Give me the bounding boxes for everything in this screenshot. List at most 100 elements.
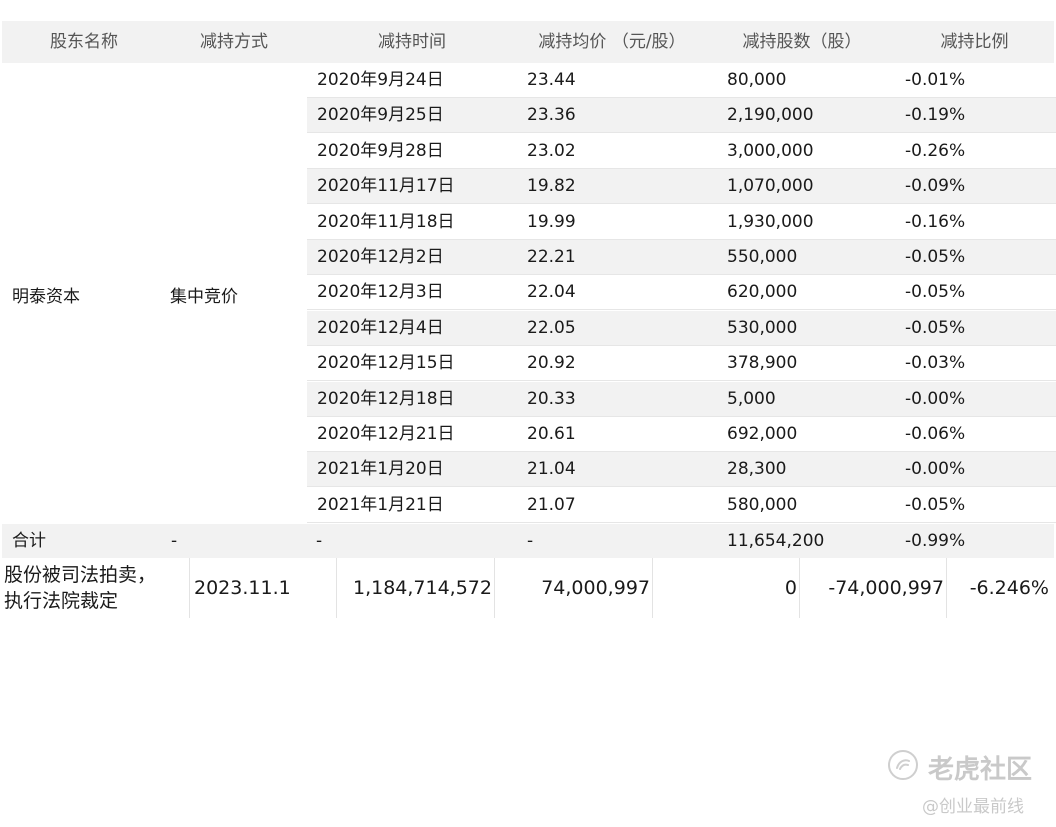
table-row: 2020年12月4日 22.05 530,000 -0.05% [307, 310, 1056, 346]
row-price: 21.07 [527, 494, 576, 515]
table-row: 2020年11月18日 19.99 1,930,000 -0.16% [307, 205, 1056, 240]
header-shareholder: 股东名称 [50, 32, 118, 52]
table-header: 股东名称 减持方式 减持时间 减持均价 （元/股） 减持股数（股） 减持比例 [2, 21, 1054, 63]
table-row: 2020年11月17日 19.82 1,070,000 -0.09% [307, 169, 1056, 205]
table-row: 2020年9月25日 23.36 2,190,000 -0.19% [307, 98, 1056, 134]
row-price: 19.82 [527, 176, 576, 197]
table-row: 2020年9月28日 23.02 3,000,000 -0.26% [307, 134, 1056, 169]
row-ratio: -0.19% [905, 105, 966, 126]
row-ratio: -0.09% [905, 176, 966, 197]
row-price: 23.44 [527, 70, 576, 90]
row-ratio: -0.03% [905, 353, 966, 374]
row-price: 20.61 [527, 424, 576, 444]
row-price: 22.21 [527, 247, 576, 267]
row-shares: 530,000 [727, 317, 798, 338]
row-price: 23.36 [527, 105, 576, 126]
row-price: 23.02 [527, 140, 576, 161]
reduction-method: 集中竞价 [170, 287, 238, 307]
row-shares: 378,900 [727, 353, 798, 374]
judicial-col6: -74,000,997 [828, 577, 944, 599]
total-price: - [527, 531, 534, 551]
judicial-col7: -6.246% [969, 577, 1049, 599]
row-shares: 28,300 [727, 459, 787, 480]
row-divider [307, 521, 1056, 523]
row-shares: 2,190,000 [727, 105, 814, 126]
row-price: 20.92 [527, 353, 576, 374]
table-row: 2020年12月18日 20.33 5,000 -0.00% [307, 381, 1056, 417]
row-ratio: -0.00% [905, 388, 966, 409]
watermark-brand: 老虎社区 [928, 755, 1033, 785]
row-ratio: -0.06% [905, 424, 966, 444]
row-date: 2020年9月25日 [317, 105, 444, 126]
row-date: 2021年1月21日 [317, 494, 444, 515]
column-divider [494, 558, 495, 618]
table-row: 2021年1月20日 21.04 28,300 -0.00% [307, 452, 1056, 488]
row-price: 22.04 [527, 282, 576, 303]
total-date: - [316, 531, 323, 551]
judicial-col3: 1,184,714,572 [352, 577, 492, 599]
tiger-logo-icon [888, 750, 918, 780]
row-date: 2020年9月24日 [317, 70, 444, 90]
total-ratio: -0.99% [905, 531, 966, 551]
header-avg-price: 减持均价 （元/股） [538, 32, 686, 52]
total-label: 合计 [12, 531, 46, 551]
row-date: 2020年12月15日 [317, 353, 455, 374]
table-row: 2020年12月2日 22.21 550,000 -0.05% [307, 240, 1056, 275]
table-row: 2020年9月24日 23.44 80,000 -0.01% [307, 63, 1056, 98]
row-date: 2020年12月3日 [317, 282, 444, 303]
watermark-handle: @创业最前线 [922, 797, 1024, 817]
row-date: 2020年11月18日 [317, 211, 455, 232]
judicial-reason-line2: 执行法院裁定 [4, 590, 119, 612]
table-row: 2020年12月3日 22.04 620,000 -0.05% [307, 275, 1056, 311]
row-shares: 580,000 [727, 494, 798, 515]
judicial-date: 2023.11.1 [194, 577, 291, 599]
row-shares: 550,000 [727, 247, 798, 267]
total-method: - [171, 531, 178, 551]
header-ratio: 减持比例 [940, 32, 1009, 52]
table-row: 2020年12月21日 20.61 692,000 -0.06% [307, 417, 1056, 452]
judicial-reason: 股份被司法拍卖， 执行法院裁定 [4, 558, 189, 618]
row-ratio: -0.16% [905, 211, 966, 232]
row-ratio: -0.05% [905, 317, 966, 338]
row-date: 2020年12月4日 [317, 317, 444, 338]
table-row: 2020年12月15日 20.92 378,900 -0.03% [307, 346, 1056, 382]
row-price: 22.05 [527, 317, 576, 338]
row-shares: 692,000 [727, 424, 798, 444]
row-shares: 80,000 [727, 70, 787, 90]
row-price: 20.33 [527, 388, 576, 409]
judicial-col5: 0 [784, 577, 797, 599]
row-shares: 1,070,000 [727, 176, 814, 197]
total-row: 合计 - - - 11,654,200 -0.99% [2, 524, 1054, 558]
row-shares: 620,000 [727, 282, 798, 303]
column-divider [189, 558, 190, 618]
total-shares: 11,654,200 [727, 531, 825, 551]
row-ratio: -0.05% [905, 282, 966, 303]
judicial-reason-line1: 股份被司法拍卖， [4, 564, 157, 586]
judicial-auction-row: 股份被司法拍卖， 执行法院裁定 2023.11.1 1,184,714,572 … [0, 558, 1056, 618]
row-ratio: -0.05% [905, 247, 966, 267]
row-ratio: -0.05% [905, 494, 966, 515]
header-date: 减持时间 [378, 32, 446, 52]
shareholder-name: 明泰资本 [12, 287, 80, 307]
column-divider [946, 558, 947, 618]
row-shares: 3,000,000 [727, 140, 814, 161]
row-shares: 1,930,000 [727, 211, 814, 232]
column-divider [652, 558, 653, 618]
row-date: 2021年1月20日 [317, 459, 444, 480]
header-shares: 减持股数（股） [742, 32, 862, 52]
row-price: 19.99 [527, 211, 576, 232]
row-ratio: -0.26% [905, 140, 966, 161]
row-date: 2020年12月2日 [317, 247, 444, 267]
column-divider [336, 558, 337, 618]
judicial-col4: 74,000,997 [541, 577, 650, 599]
row-shares: 5,000 [727, 388, 776, 409]
row-date: 2020年12月18日 [317, 388, 455, 409]
row-date: 2020年12月21日 [317, 424, 455, 444]
row-price: 21.04 [527, 459, 576, 480]
row-date: 2020年11月17日 [317, 176, 455, 197]
row-ratio: -0.01% [905, 70, 966, 90]
table-row: 2021年1月21日 21.07 580,000 -0.05% [307, 488, 1056, 523]
column-divider [799, 558, 800, 618]
row-ratio: -0.00% [905, 459, 966, 480]
row-date: 2020年9月28日 [317, 140, 444, 161]
